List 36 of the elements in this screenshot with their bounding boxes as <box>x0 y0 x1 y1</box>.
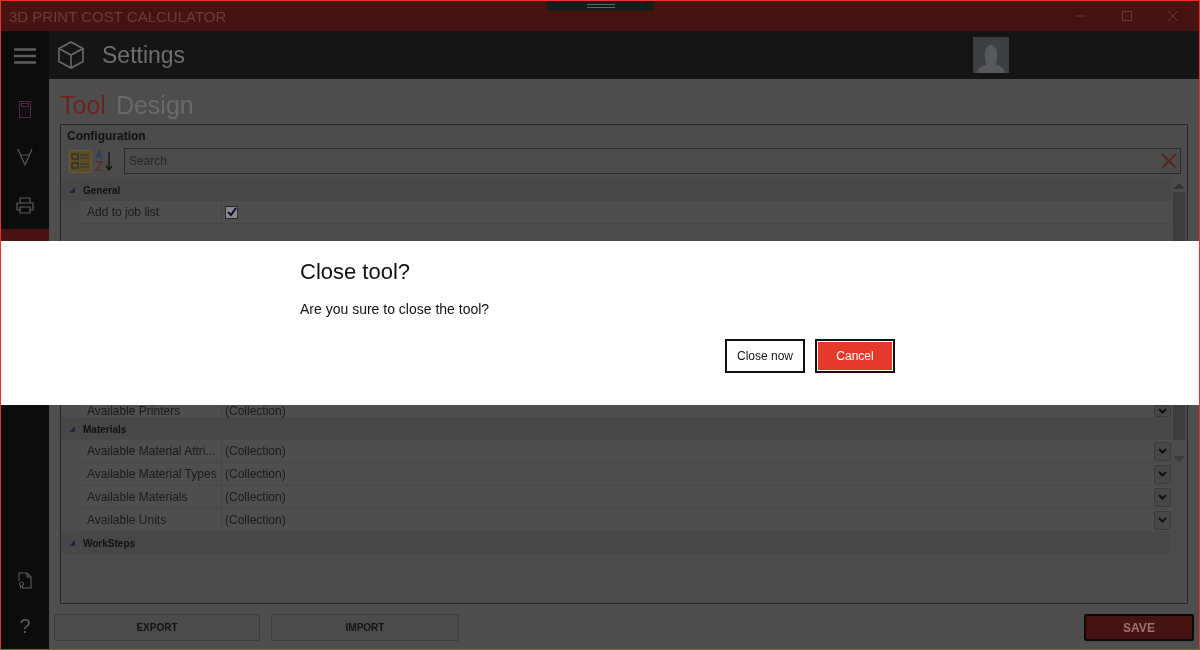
sort-alphabetical-icon[interactable] <box>94 150 114 172</box>
cancel-button[interactable]: Cancel <box>815 339 895 373</box>
chevron-down-icon <box>1158 517 1167 523</box>
menu-icon[interactable] <box>14 48 36 64</box>
action-button[interactable]: EXPORT <box>54 614 260 641</box>
avatar-icon[interactable] <box>973 37 1010 73</box>
dialog-message: Are you sure to close the tool? <box>300 301 490 317</box>
dropdown-button[interactable] <box>1154 487 1171 507</box>
chevron-down-icon <box>1158 448 1167 454</box>
save-button[interactable]: SAVE <box>1084 614 1194 641</box>
help-button[interactable]: ? <box>15 612 35 640</box>
checkbox[interactable] <box>225 205 238 219</box>
cube-icon <box>58 41 84 69</box>
dropdown-button[interactable] <box>1154 464 1171 484</box>
dropdown-button[interactable] <box>1154 441 1171 461</box>
scroll-up-icon[interactable] <box>1173 183 1185 189</box>
pen-tip-icon <box>17 148 33 166</box>
categorized-icon[interactable] <box>69 149 92 173</box>
dialog-title: Close tool? <box>300 259 411 285</box>
clear-icon[interactable] <box>1161 153 1177 169</box>
document-icon[interactable] <box>18 571 32 589</box>
action-button[interactable]: IMPORT <box>271 614 459 641</box>
maximize-icon[interactable] <box>1121 10 1133 22</box>
page-title: Settings <box>102 41 186 69</box>
confirm-button[interactable]: Close now <box>725 339 805 373</box>
chevron-down-icon <box>1158 408 1167 414</box>
dropdown-button[interactable] <box>1154 405 1171 417</box>
grip-handle[interactable] <box>547 1 654 11</box>
chevron-down-icon <box>1158 494 1167 500</box>
close-icon[interactable] <box>1167 10 1179 22</box>
calculator-icon <box>19 100 31 118</box>
chevron-down-icon <box>1158 471 1167 477</box>
printer-icon <box>16 196 34 214</box>
check-mark-icon <box>226 207 237 217</box>
panel-title: Configuration <box>66 128 146 143</box>
dropdown-button[interactable] <box>1154 510 1171 530</box>
